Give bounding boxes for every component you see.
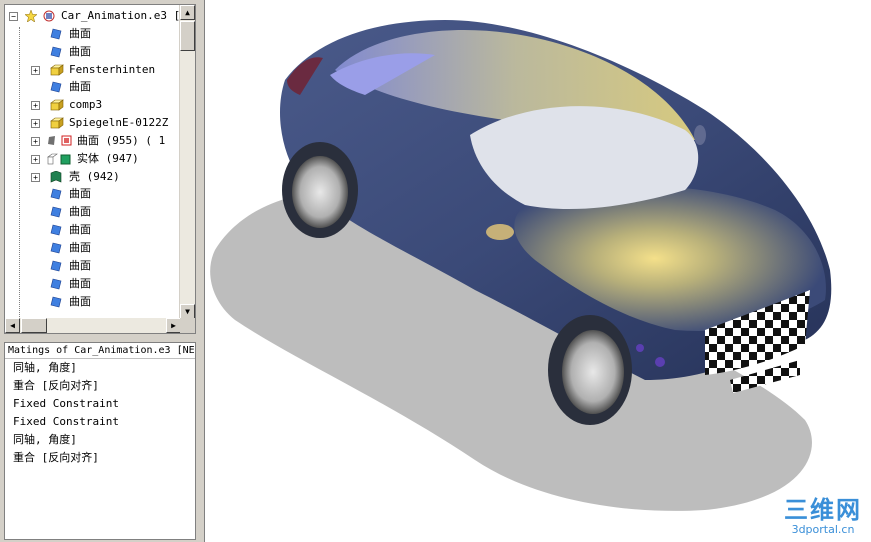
car-mirror-right bbox=[694, 125, 706, 145]
left-panel: − Car_Animation.e3 [I 曲面 曲面 + Fensterhinten… bbox=[0, 0, 200, 542]
tree-item-label: Fensterhinten bbox=[69, 62, 156, 76]
3d-viewport[interactable]: 三维网 3dportal.cn bbox=[204, 0, 871, 542]
expand-icon[interactable]: + bbox=[31, 136, 40, 146]
tree-item-label: 实体 (947) bbox=[77, 151, 139, 165]
tree-item-label: 曲面 bbox=[69, 294, 91, 308]
collapse-icon[interactable]: − bbox=[9, 12, 18, 21]
mating-item[interactable]: Fixed Constraint bbox=[5, 395, 195, 413]
watermark-logo: 三维网 bbox=[784, 496, 862, 524]
scroll-up-arrow-icon[interactable]: ▲ bbox=[180, 5, 195, 20]
component-icon bbox=[50, 99, 64, 111]
tree-root[interactable]: − Car_Animation.e3 [I bbox=[5, 7, 181, 25]
tree-root-label: Car_Animation.e3 [I bbox=[61, 9, 181, 22]
front-rim bbox=[562, 330, 624, 414]
matings-list: 同轴, 角度] 重合 [反向对齐] Fixed Constraint Fixed Co… bbox=[5, 359, 195, 467]
car-mirror bbox=[486, 224, 514, 240]
expand-icon[interactable]: + bbox=[31, 65, 40, 75]
scroll-right-arrow-icon[interactable]: ▶ bbox=[166, 318, 181, 333]
tree-item-label: 曲面 bbox=[69, 187, 91, 201]
tree-item[interactable]: 曲面 bbox=[5, 203, 181, 221]
tree-item[interactable]: 曲面 bbox=[5, 43, 181, 61]
tree-item[interactable]: 曲面 bbox=[5, 275, 181, 293]
surface-icon bbox=[50, 206, 64, 218]
tree-item[interactable]: 曲面 bbox=[5, 78, 181, 96]
tree-item[interactable]: + SpiegelnE-0122Z bbox=[5, 114, 181, 132]
surface-icon bbox=[50, 46, 64, 58]
horizontal-scroll-thumb[interactable] bbox=[21, 318, 47, 333]
tree-item-label: 曲面 bbox=[69, 258, 91, 272]
assembly-icon bbox=[43, 10, 55, 22]
scroll-left-arrow-icon[interactable]: ◀ bbox=[5, 318, 20, 333]
solid-group-icon bbox=[47, 153, 73, 165]
tree-vertical-scrollbar[interactable]: ▲ ▼ bbox=[179, 5, 195, 319]
tree-item[interactable]: 曲面 bbox=[5, 257, 181, 275]
tree-item[interactable]: + 曲面 (955) ( 1 bbox=[5, 132, 181, 150]
component-icon bbox=[50, 63, 64, 76]
surface-icon bbox=[50, 260, 64, 272]
expand-icon[interactable]: + bbox=[31, 172, 40, 182]
tree-item[interactable]: 曲面 bbox=[5, 221, 181, 239]
tree-horizontal-scrollbar[interactable]: ◀ ▶ bbox=[5, 318, 181, 333]
mating-item[interactable]: 重合 [反向对齐] bbox=[5, 449, 195, 467]
tree-item-label: 曲面 bbox=[69, 26, 91, 40]
scroll-corner bbox=[180, 318, 195, 333]
rear-rim bbox=[292, 156, 348, 228]
scroll-down-arrow-icon[interactable]: ▼ bbox=[180, 304, 195, 319]
surface-icon bbox=[50, 296, 64, 308]
tree-item-label: 曲面 bbox=[69, 223, 91, 237]
component-icon bbox=[50, 117, 64, 129]
star-icon bbox=[25, 10, 37, 22]
surface-icon bbox=[50, 278, 64, 290]
matings-title: Matings of Car_Animation.e3 [NE bbox=[5, 343, 195, 359]
mating-item[interactable]: 同轴, 角度] bbox=[5, 431, 195, 449]
matings-panel[interactable]: Matings of Car_Animation.e3 [NE 同轴, 角度] 重… bbox=[4, 342, 196, 540]
tree-item[interactable]: 曲面 bbox=[5, 185, 181, 203]
scroll-thumb[interactable] bbox=[180, 21, 195, 51]
surface-icon bbox=[50, 28, 64, 40]
headlight-left bbox=[655, 357, 665, 367]
surface-icon bbox=[50, 188, 64, 200]
expand-icon[interactable]: + bbox=[31, 101, 40, 111]
watermark-site: 3dportal.cn bbox=[791, 523, 855, 536]
tree-item[interactable]: 曲面 bbox=[5, 239, 181, 257]
tree-item-label: 曲面 bbox=[69, 240, 91, 254]
watermark: 三维网 3dportal.cn bbox=[784, 497, 862, 536]
car-model-render bbox=[210, 20, 832, 511]
expand-icon[interactable]: + bbox=[31, 119, 40, 129]
mating-item[interactable]: 同轴, 角度] bbox=[5, 359, 195, 377]
expand-icon[interactable]: + bbox=[31, 154, 40, 164]
surface-icon bbox=[50, 242, 64, 254]
tree-item[interactable]: + comp3 bbox=[5, 96, 181, 114]
shell-icon bbox=[50, 170, 64, 183]
surface-group-icon bbox=[47, 135, 73, 147]
tree-item-label: 曲面 (955) ( 1 bbox=[77, 133, 166, 147]
tree-item-label: 曲面 bbox=[69, 276, 91, 290]
tree-item[interactable]: 曲面 bbox=[5, 25, 181, 43]
tree-item[interactable]: + Fensterhinten bbox=[5, 61, 181, 79]
feature-tree[interactable]: − Car_Animation.e3 [I 曲面 曲面 + Fensterhinten… bbox=[4, 4, 196, 334]
tree-item[interactable]: 曲面 bbox=[5, 293, 181, 311]
tree-rows: − Car_Animation.e3 [I 曲面 曲面 + Fensterhinten… bbox=[5, 7, 181, 319]
tree-item-label: comp3 bbox=[69, 98, 103, 112]
tree-item-label: 壳 (942) bbox=[69, 169, 120, 183]
headlight-right bbox=[636, 344, 644, 352]
tree-item[interactable]: + 壳 (942) bbox=[5, 168, 181, 186]
tree-item-label: 曲面 bbox=[69, 205, 91, 219]
tree-item-label: 曲面 bbox=[69, 80, 91, 94]
mating-item[interactable]: 重合 [反向对齐] bbox=[5, 377, 195, 395]
mating-item[interactable]: Fixed Constraint bbox=[5, 413, 195, 431]
tree-item-label: SpiegelnE-0122Z bbox=[69, 116, 169, 130]
surface-icon bbox=[50, 81, 64, 93]
surface-icon bbox=[50, 224, 64, 236]
tree-item[interactable]: + 实体 (947) bbox=[5, 150, 181, 168]
tree-item-label: 曲面 bbox=[69, 44, 91, 58]
